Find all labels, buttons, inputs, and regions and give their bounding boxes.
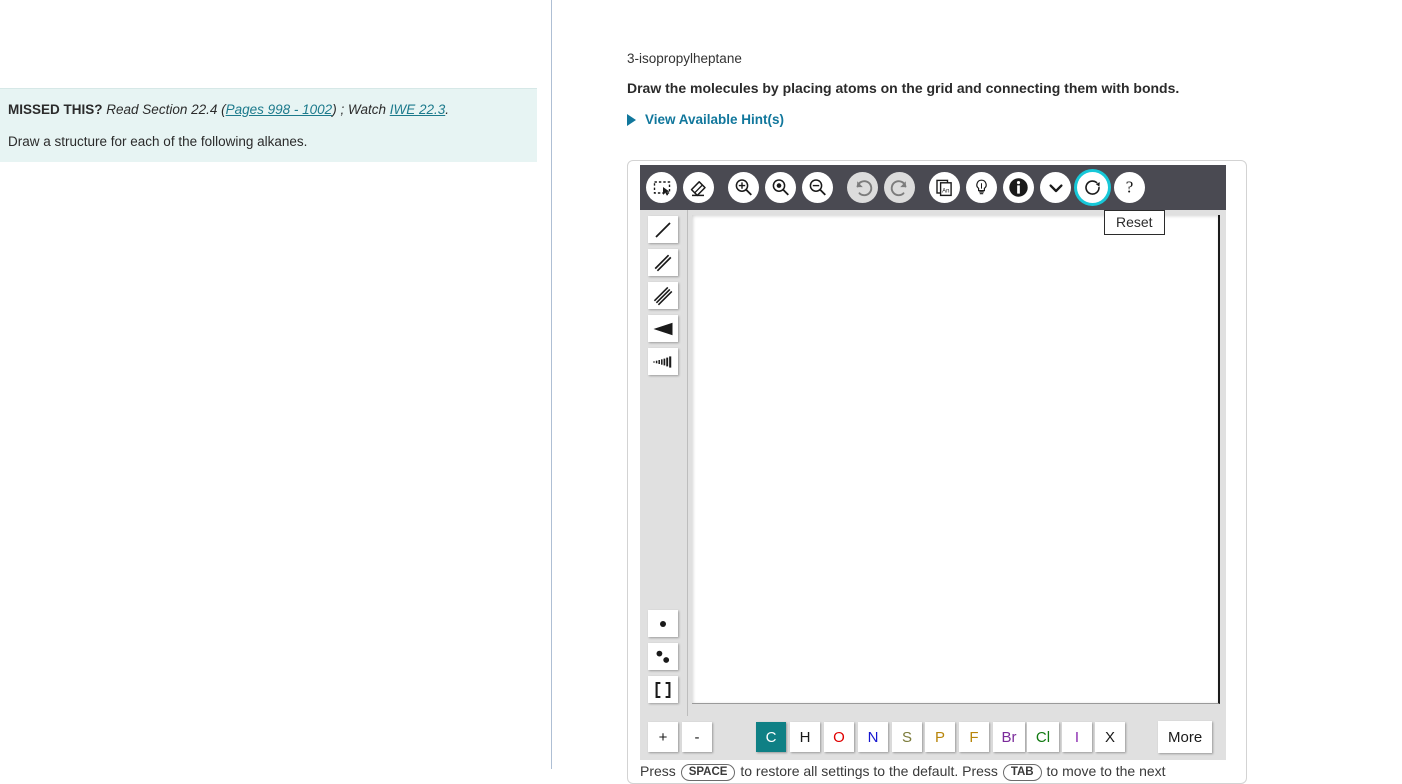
undo-button[interactable] [847, 172, 878, 203]
pages-link[interactable]: Pages 998 - 1002 [226, 102, 333, 117]
svg-text:?: ? [1126, 177, 1134, 196]
compound-name: 3-isopropylheptane [627, 51, 742, 66]
element-button-i[interactable]: I [1062, 722, 1092, 752]
zoom-in-tool[interactable] [728, 172, 759, 203]
left-content-column: MISSED THIS? Read Section 22.4 (Pages 99… [0, 0, 552, 769]
element-button-h[interactable]: H [790, 722, 820, 752]
editor-keyboard-hint: Press SPACE to restore all settings to t… [640, 762, 1226, 781]
space-key-badge: SPACE [680, 764, 736, 781]
tool-rail [640, 210, 688, 716]
draw-instruction: Draw the molecules by placing atoms on t… [627, 80, 1180, 96]
element-button-br[interactable]: Br [993, 722, 1025, 752]
read-section-text: Read Section 22.4 ( [106, 102, 226, 117]
element-button-n[interactable]: N [858, 722, 888, 752]
hint-bulb-button[interactable] [966, 172, 997, 203]
redo-button[interactable] [884, 172, 915, 203]
single-bond-tool[interactable] [648, 216, 678, 243]
element-button-x[interactable]: X [1095, 722, 1125, 752]
view-hints-label: View Available Hint(s) [645, 112, 785, 127]
missed-this-callout: MISSED THIS? Read Section 22.4 (Pages 99… [0, 88, 537, 162]
decrease-charge-button[interactable]: - [682, 722, 712, 752]
zoom-fit-tool[interactable] [765, 172, 796, 203]
view-hints-toggle[interactable]: View Available Hint(s) [627, 112, 784, 127]
element-button-p[interactable]: P [925, 722, 955, 752]
missed-this-instruction: Draw a structure for each of the followi… [8, 134, 308, 149]
hint-part-3: to move to the next [1042, 763, 1166, 779]
eraser-tool[interactable] [683, 172, 714, 203]
bracket-charge-tool[interactable] [648, 676, 678, 703]
hint-part-1: Press [640, 763, 680, 779]
missed-this-label: MISSED THIS? [8, 102, 103, 117]
watch-text: ) ; Watch [332, 102, 390, 117]
molecule-drawing-canvas[interactable] [692, 215, 1220, 704]
lone-pair-tool[interactable] [648, 643, 678, 670]
more-options-button[interactable] [1040, 172, 1071, 203]
editor-toolbar: An ? [640, 165, 1226, 210]
more-elements-button[interactable]: More [1158, 721, 1213, 753]
reset-button[interactable] [1077, 172, 1108, 203]
element-button-o[interactable]: O [824, 722, 854, 752]
marquee-select-tool[interactable] [646, 172, 677, 203]
triple-bond-tool[interactable] [648, 282, 678, 309]
element-button-cl[interactable]: Cl [1027, 722, 1059, 752]
molecule-drawing-editor: An ? Reset + - C H O N S P F Br Cl I X M… [627, 160, 1247, 784]
iwe-link[interactable]: IWE 22.3 [390, 102, 446, 117]
element-bar: + - C H O N S P F Br Cl I X More [640, 716, 1226, 760]
radical-electron-tool[interactable] [648, 610, 678, 637]
svg-text:An: An [942, 188, 949, 194]
double-bond-tool[interactable] [648, 249, 678, 276]
zoom-out-tool[interactable] [802, 172, 833, 203]
hint-part-2: to restore all settings to the default. … [736, 763, 1002, 779]
increase-charge-button[interactable]: + [648, 722, 678, 752]
right-content-column: 3-isopropylheptane Draw the molecules by… [552, 0, 1402, 784]
element-button-s[interactable]: S [892, 722, 922, 752]
tab-key-badge: TAB [1002, 764, 1042, 781]
copy-as-text-button[interactable]: An [929, 172, 960, 203]
info-button[interactable] [1003, 172, 1034, 203]
editor-inner: An ? Reset + - C H O N S P F Br Cl I X M… [640, 165, 1226, 781]
triangle-right-icon [627, 113, 636, 126]
wedge-bond-tool[interactable] [648, 315, 678, 342]
missed-this-reference-line: MISSED THIS? Read Section 22.4 (Pages 99… [8, 101, 528, 119]
help-button[interactable]: ? [1114, 172, 1145, 203]
editor-body [640, 210, 1226, 716]
missed-this-period: . [445, 102, 450, 117]
reset-tooltip: Reset [1104, 210, 1165, 235]
hash-bond-tool[interactable] [648, 348, 678, 375]
element-button-c[interactable]: C [756, 722, 786, 752]
element-button-f[interactable]: F [959, 722, 989, 752]
